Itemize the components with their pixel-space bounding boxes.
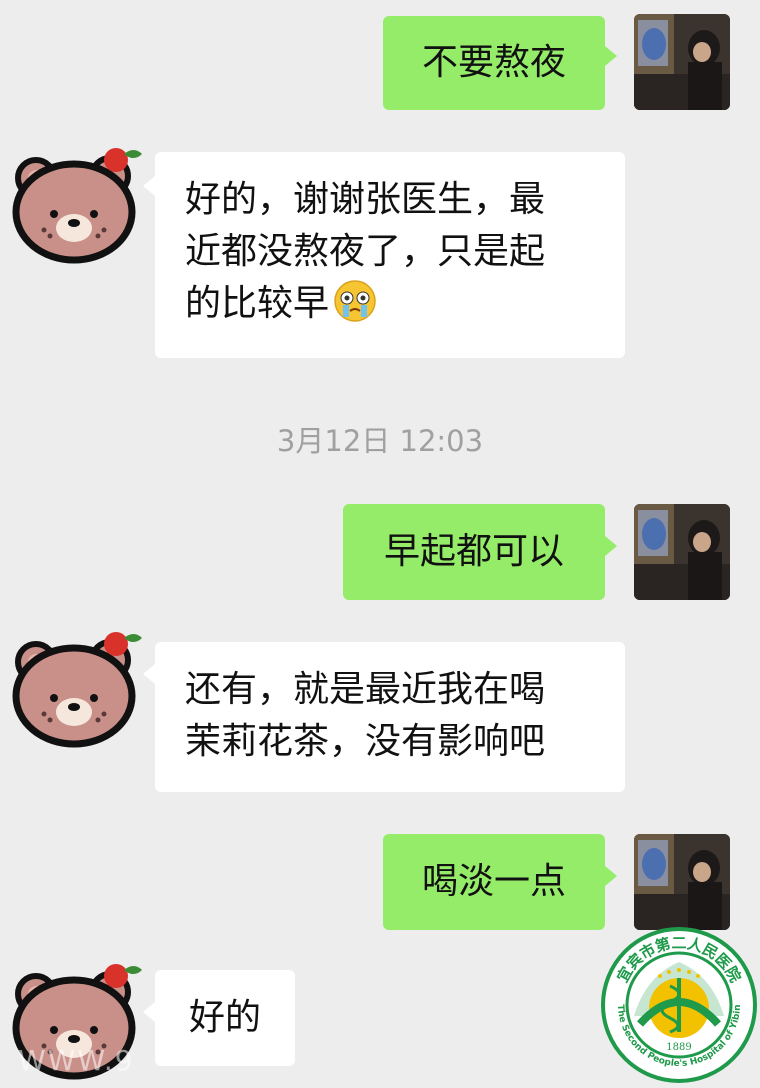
message-text-line: 茉莉花茶，没有影响吧 (185, 721, 546, 762)
contact-avatar[interactable] (6, 630, 146, 750)
hospital-seal: 宜宾市第二人民医院 The Second People's Hospital o… (600, 926, 758, 1084)
message-text-line: 还有，就是最近我在喝 (185, 669, 546, 710)
self-avatar[interactable] (634, 14, 730, 110)
seal-year: 1889 (666, 1042, 691, 1053)
outgoing-message-bubble[interactable]: 早起都可以 (343, 504, 605, 600)
message-text: 好的 (188, 997, 261, 1038)
crying-face-icon (334, 280, 376, 322)
bubble-tail (143, 1002, 155, 1022)
hospital-seal-icon: 宜宾市第二人民医院 The Second People's Hospital o… (601, 927, 757, 1083)
message-text-line: 的比较早 (185, 283, 330, 324)
bubble-tail (143, 664, 155, 684)
timestamp: 3月12日 12:03 (276, 424, 484, 458)
watermark-text: WWW.9 (18, 1044, 135, 1077)
incoming-message-bubble[interactable]: 还有，就是最近我在喝 茉莉花茶，没有影响吧 (155, 642, 625, 792)
message-text-line: 好的，谢谢张医生，最 (185, 179, 546, 220)
outgoing-message-bubble[interactable]: 不要熬夜 (383, 16, 605, 110)
outgoing-message-bubble[interactable]: 喝淡一点 (383, 834, 605, 930)
message-text: 不要熬夜 (421, 42, 566, 83)
bubble-tail (605, 536, 617, 556)
incoming-message-bubble[interactable]: 好的 (155, 970, 295, 1066)
self-avatar[interactable] (634, 504, 730, 600)
self-avatar[interactable] (634, 834, 730, 930)
photo-avatar-icon (634, 14, 730, 110)
incoming-message-bubble[interactable]: 好的，谢谢张医生，最 近都没熬夜了，只是起 的比较早 (155, 152, 625, 358)
contact-avatar[interactable] (6, 146, 146, 266)
message-last-line: 的比较早 (185, 278, 595, 330)
bubble-tail (143, 176, 155, 196)
bubble-tail (605, 866, 617, 886)
message-text-line: 近都没熬夜了，只是起 (185, 231, 546, 272)
message-text: 喝淡一点 (421, 861, 566, 902)
photo-avatar-icon (634, 834, 730, 930)
bear-avatar-icon (12, 632, 142, 748)
bubble-tail (605, 46, 617, 66)
photo-avatar-icon (634, 504, 730, 600)
message-text: 早起都可以 (383, 531, 564, 572)
bear-avatar-icon (12, 148, 142, 264)
